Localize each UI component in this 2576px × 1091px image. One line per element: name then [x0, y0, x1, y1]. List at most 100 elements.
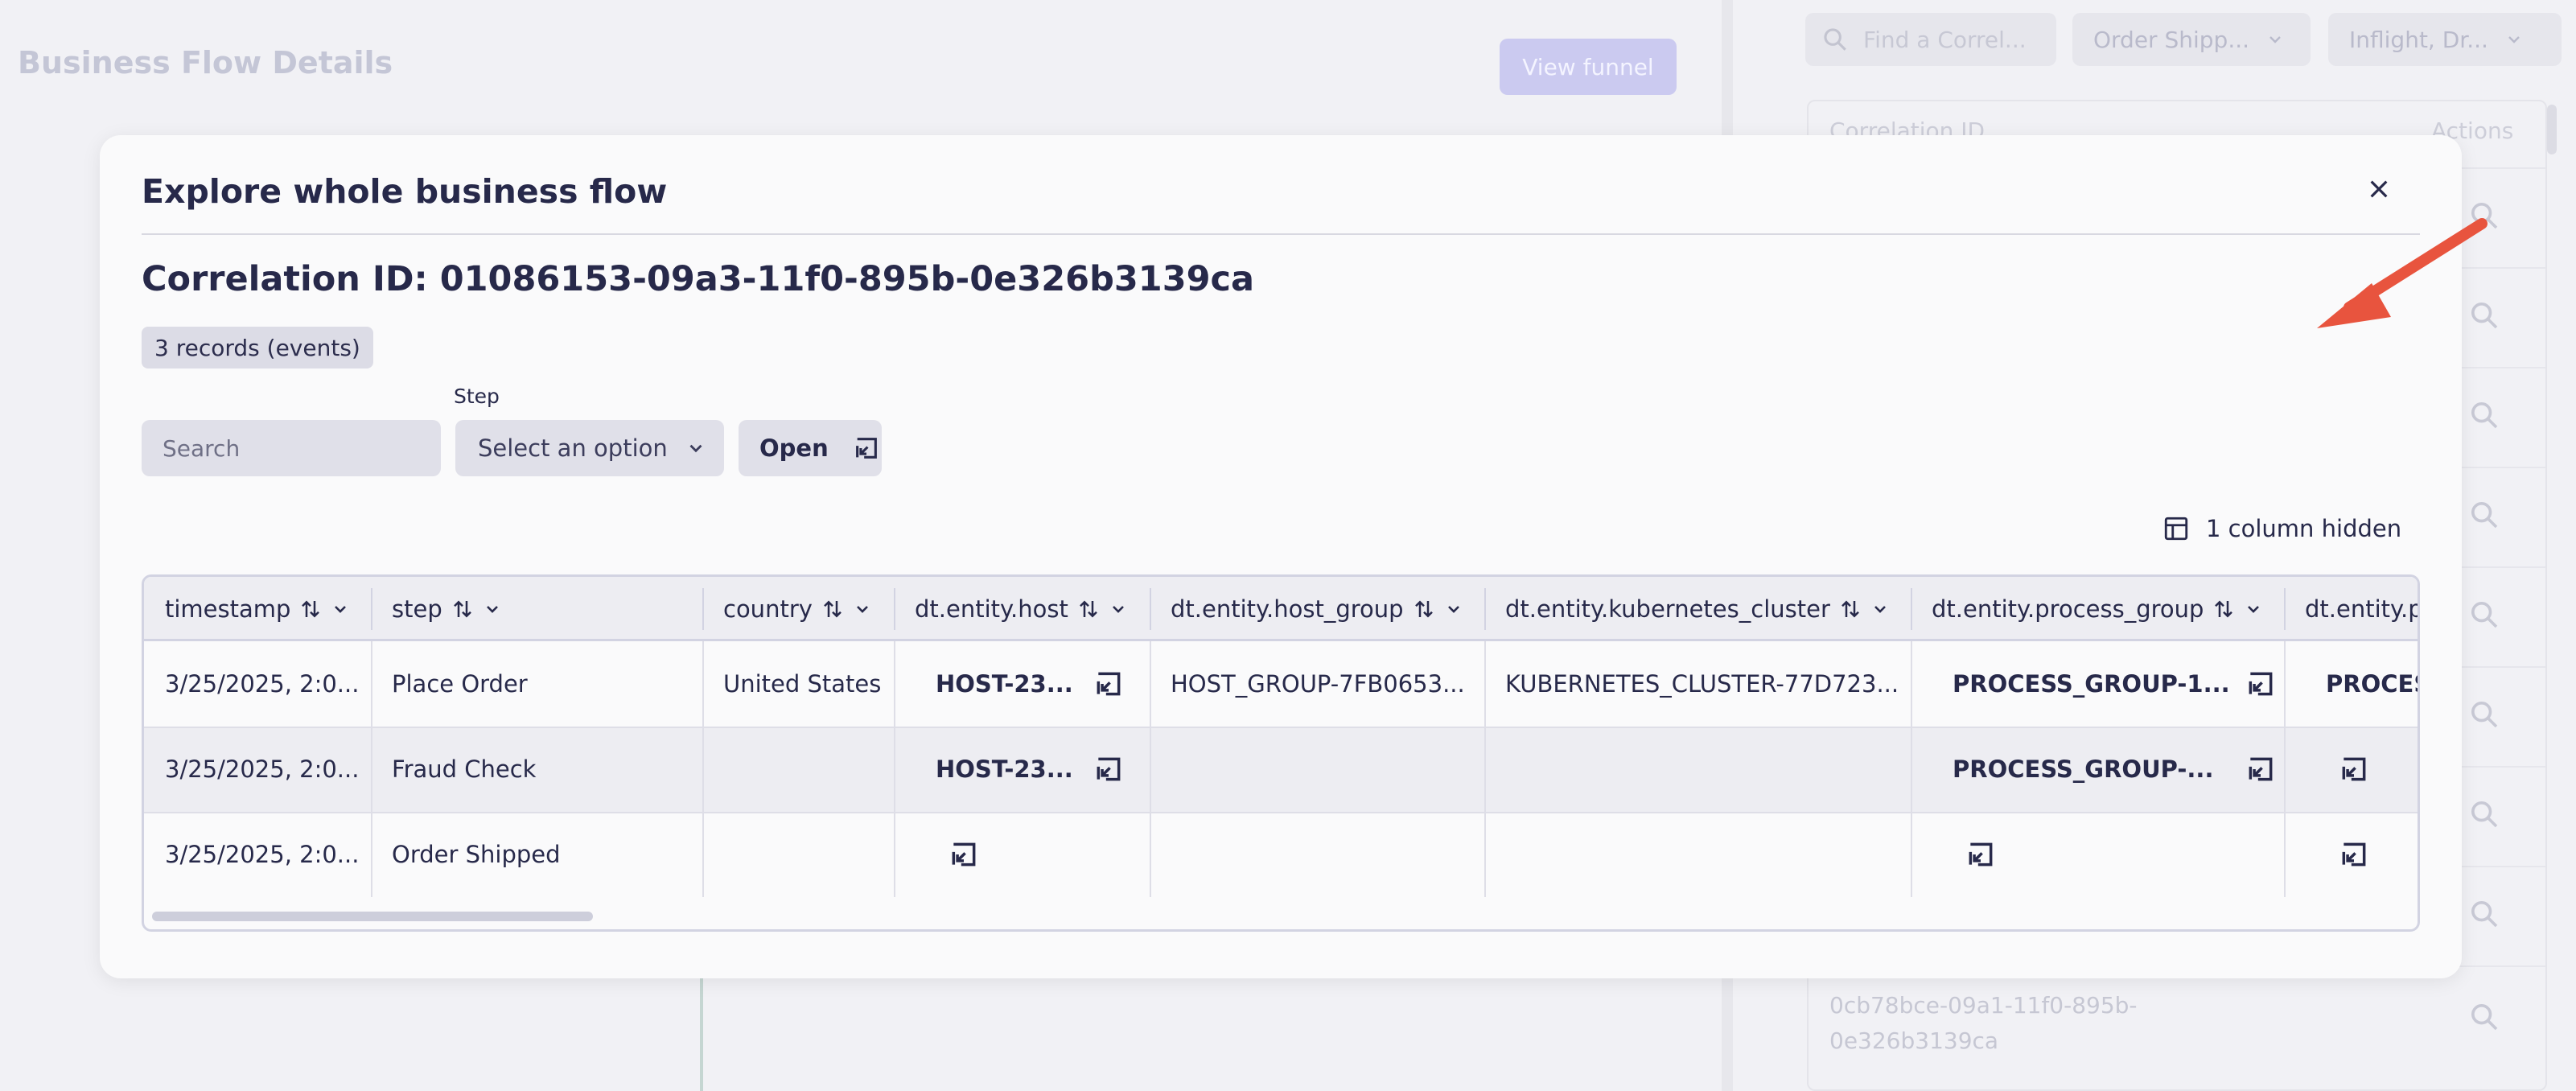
chevron-down-icon[interactable] [483, 599, 502, 619]
horizontal-scrollbar[interactable] [152, 908, 2409, 924]
table-cell: KUBERNETES_CLUSTER-77D723... [1505, 670, 1899, 698]
view-funnel-button[interactable]: View funnel [1500, 39, 1677, 95]
step-filter-select[interactable]: Order Shipp... [2072, 13, 2311, 66]
column-header-step[interactable]: step [392, 577, 697, 641]
column-header-dt-entity-process-group[interactable]: dt.entity.process_group [1932, 577, 2279, 641]
column-header-dt-entity-host-group[interactable]: dt.entity.host_group [1171, 577, 1479, 641]
chevron-down-icon[interactable] [853, 599, 872, 619]
records-table: timestamp step country dt.entity.host dt.ent… [142, 574, 2420, 932]
table-cell [1505, 727, 1907, 812]
step-select[interactable]: Select an option [455, 420, 724, 476]
chevron-down-icon [689, 444, 702, 453]
sort-icon[interactable] [821, 597, 845, 621]
table-cell: 3/25/2025, 2:0... [165, 841, 360, 868]
search-icon[interactable] [2468, 798, 2500, 830]
table-cell[interactable]: PROCESS_GROUP-1... [1953, 641, 2281, 727]
column-header-label: dt.entity.host [915, 595, 1068, 623]
table-cell [1171, 812, 1481, 897]
search-icon[interactable] [2468, 499, 2500, 531]
search-icon[interactable] [2468, 599, 2500, 631]
correlation-id-heading: Correlation ID: 01086153-09a3-11f0-895b-… [142, 259, 1255, 299]
chevron-down-icon [2269, 36, 2281, 43]
open-with-icon[interactable] [2245, 754, 2276, 784]
open-with-icon[interactable] [2339, 839, 2369, 870]
sort-icon[interactable] [1838, 597, 1862, 621]
sort-icon[interactable] [2212, 597, 2236, 621]
table-cell: 3/25/2025, 2:0... [165, 755, 360, 783]
open-with-icon[interactable] [1093, 669, 1124, 699]
table-cell: Order Shipped [392, 841, 561, 868]
step-filter-value: Order Shipp... [2093, 26, 2250, 53]
scrollbar-thumb[interactable] [152, 912, 593, 921]
open-with-icon[interactable] [2245, 669, 2276, 699]
column-header-label: country [723, 595, 813, 623]
column-settings-button[interactable]: 1 column hidden [2162, 515, 2401, 542]
table-cell: HOST_GROUP-7FB0653... [1171, 670, 1465, 698]
column-header-dt-entity-host[interactable]: dt.entity.host [915, 577, 1145, 641]
column-header-label: dt.entity.process_group [1932, 595, 2204, 623]
open-button[interactable]: Open [739, 420, 882, 476]
table-cell: United States [723, 670, 882, 698]
column-divider [2284, 641, 2286, 897]
chevron-down-icon[interactable] [1109, 599, 1128, 619]
chevron-down-icon [2508, 36, 2520, 43]
records-count-badge: 3 records (events) [142, 327, 373, 368]
column-divider [1150, 641, 1151, 897]
column-header-label: step [392, 595, 442, 623]
search-icon[interactable] [2468, 698, 2500, 731]
flow-connector-line [700, 974, 703, 1091]
table-cell[interactable]: PROCESS_GROUP-... [1953, 727, 2281, 812]
open-button-label: Open [759, 434, 829, 462]
column-header-country[interactable]: country [723, 577, 889, 641]
close-button[interactable] [2359, 169, 2399, 209]
table-cell: Fraud Check [392, 755, 537, 783]
column-divider [1484, 641, 1486, 897]
column-resize-handle[interactable] [371, 588, 372, 630]
column-resize-handle[interactable] [1484, 588, 1486, 630]
column-resize-handle[interactable] [702, 588, 704, 630]
chevron-down-icon[interactable] [1444, 599, 1463, 619]
business-flow-modal: Explore whole business flow Correlation … [100, 135, 2462, 978]
status-filter-value: Inflight, Dr... [2349, 26, 2488, 53]
chevron-down-icon[interactable] [2244, 599, 2263, 619]
column-resize-handle[interactable] [1911, 588, 1912, 630]
open-with-icon[interactable] [1093, 754, 1124, 784]
chevron-down-icon[interactable] [331, 599, 350, 619]
open-with-icon [855, 438, 877, 459]
table-cell[interactable] [1953, 812, 2281, 897]
column-resize-handle[interactable] [2284, 588, 2286, 630]
search-icon[interactable] [2468, 898, 2500, 930]
step-select-value: Select an option [478, 434, 668, 462]
column-header-label: dt.entity.host_group [1171, 595, 1404, 623]
correlation-search-input[interactable]: Find a Correl... [1805, 13, 2056, 66]
column-divider [894, 641, 895, 897]
table-cell [723, 812, 891, 897]
table-cell[interactable]: PROCES [2326, 641, 2418, 727]
status-filter-select[interactable]: Inflight, Dr... [2328, 13, 2562, 66]
search-icon[interactable] [2468, 399, 2500, 431]
correlation-search-placeholder: Find a Correl... [1863, 26, 2027, 53]
open-with-icon[interactable] [2339, 754, 2369, 784]
column-header-dt-entity-p[interactable]: dt.entity.p [2305, 577, 2418, 641]
close-icon [2370, 180, 2388, 198]
search-input[interactable] [142, 420, 441, 476]
column-divider [702, 641, 704, 897]
sort-icon[interactable] [1412, 597, 1436, 621]
open-with-icon[interactable] [1965, 839, 1996, 870]
sort-icon[interactable] [451, 597, 475, 621]
correlation-id-cell[interactable]: 0cb78bce-09a1-11f0-895b-0e326b3139ca [1829, 988, 2199, 1059]
column-resize-handle[interactable] [1150, 588, 1151, 630]
search-icon[interactable] [2468, 1001, 2500, 1033]
scrollbar[interactable] [2547, 105, 2557, 154]
table-cell [723, 727, 891, 812]
column-header-label: timestamp [165, 595, 291, 623]
open-with-icon[interactable] [949, 839, 979, 870]
sort-icon[interactable] [1076, 597, 1101, 621]
column-header-dt-entity-kubernetes-cluster[interactable]: dt.entity.kubernetes_cluster [1505, 577, 1906, 641]
table-cell [1171, 727, 1481, 812]
chevron-down-icon[interactable] [1870, 599, 1890, 619]
column-resize-handle[interactable] [894, 588, 895, 630]
sort-icon[interactable] [298, 597, 323, 621]
column-header-timestamp[interactable]: timestamp [165, 577, 366, 641]
table-columns-icon [2164, 517, 2188, 541]
